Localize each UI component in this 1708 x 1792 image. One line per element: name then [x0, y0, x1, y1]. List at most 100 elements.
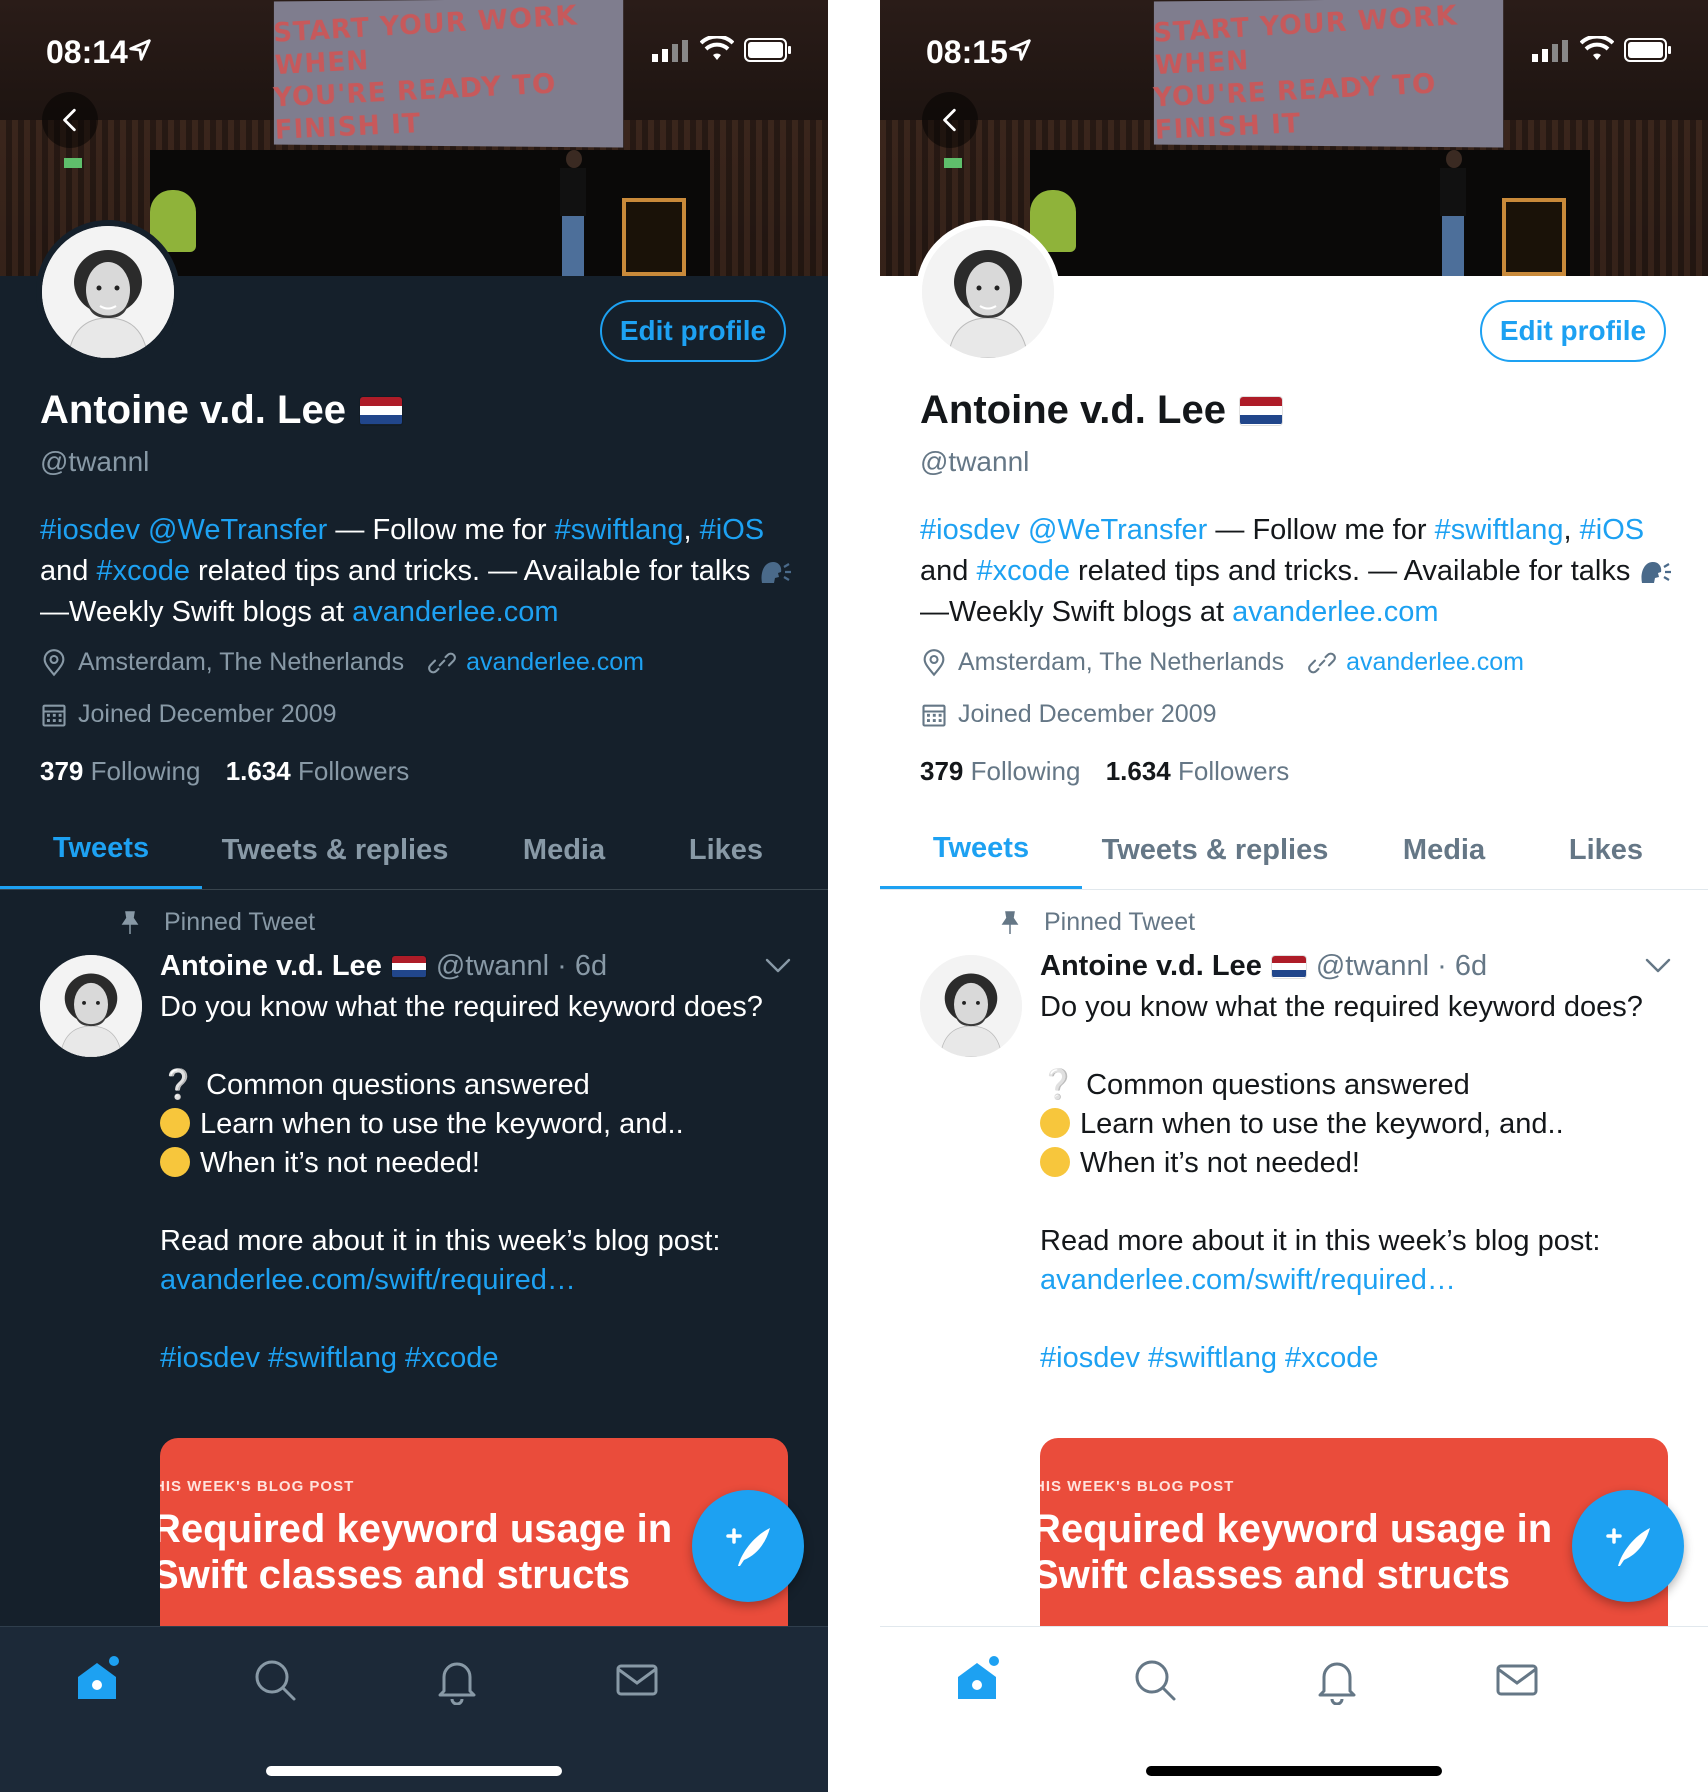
tab-likes[interactable]: Likes [1540, 810, 1672, 890]
followers-count: 1.634 [225, 756, 291, 786]
tab-tweets-replies[interactable]: Tweets & replies [202, 810, 468, 890]
search-icon[interactable] [250, 1655, 300, 1705]
status-bar: 08:15 [880, 0, 1708, 96]
tab-tweets[interactable]: Tweets [0, 810, 202, 890]
podium [622, 198, 686, 276]
bio-hashtag-swiftlang[interactable]: #swiftlang [1435, 514, 1564, 546]
tweet-link[interactable]: avanderlee.com/swift/required… [1040, 1261, 1660, 1300]
bio-hashtag-iosdev[interactable]: #iosdev [40, 514, 140, 546]
tweet-spacer [1040, 1183, 1660, 1222]
following-count: 379 [40, 756, 84, 786]
bio-hashtag-swiftlang[interactable]: #swiftlang [555, 514, 684, 546]
tweet-hashtags[interactable]: #iosdev #swiftlang #xcode [160, 1339, 780, 1378]
pin-icon [121, 910, 139, 934]
profile-website[interactable]: avanderlee.com [466, 648, 644, 677]
speaking-head-icon [1641, 562, 1672, 583]
following-link[interactable]: 379 Following [40, 756, 200, 786]
edit-profile-button[interactable]: Edit profile [1480, 300, 1666, 362]
bio-url[interactable]: avanderlee.com [1232, 596, 1438, 628]
profile-joined-row: Joined December 2009 [40, 700, 337, 729]
tweet-header: Antoine v.d. Lee @twannl · 6d [1040, 950, 1487, 983]
signal-icon [652, 40, 688, 62]
compose-tweet-button[interactable] [692, 1490, 804, 1602]
back-button[interactable] [42, 92, 98, 148]
search-icon[interactable] [1130, 1655, 1180, 1705]
bell-icon[interactable] [1312, 1655, 1362, 1705]
tweet-bullet: Learn when to use the keyword, and.. [1040, 1105, 1660, 1144]
tweet-read-more: Read more about it in this week’s blog p… [1040, 1225, 1601, 1257]
bio-text: —Weekly Swift blogs at [920, 596, 1233, 628]
bio-hashtag-xcode[interactable]: #xcode [96, 555, 190, 587]
followers-count: 1.634 [1105, 756, 1171, 786]
bio-comma: , [1563, 514, 1572, 546]
tweet-bullet: Learn when to use the keyword, and.. [160, 1105, 780, 1144]
speaking-head-icon [761, 562, 792, 583]
followers-link[interactable]: 1.634 Followers [226, 756, 410, 786]
edit-profile-button[interactable]: Edit profile [600, 300, 786, 362]
tweet-bullet: When it’s not needed! [1040, 1144, 1660, 1183]
bio-mention-wetransfer[interactable]: @WeTransfer [1028, 514, 1207, 546]
avatar-portrait [40, 955, 142, 1057]
chevron-down-icon[interactable] [764, 956, 792, 976]
dark-mode-screen: START YOUR WORK WHEN YOU'RE READY TO FIN… [0, 0, 828, 1792]
status-time: 08:14 [46, 34, 128, 70]
battery-icon [744, 38, 791, 62]
tweet-author[interactable]: Antoine v.d. Lee [1040, 950, 1262, 983]
bell-icon[interactable] [432, 1655, 482, 1705]
tweet-avatar[interactable] [40, 955, 142, 1057]
chevron-left-icon [63, 108, 76, 132]
question-mark-icon: ❔ [160, 1069, 197, 1101]
home-icon[interactable] [72, 1655, 122, 1705]
compose-tweet-icon [726, 1528, 770, 1566]
location-arrow-icon [1009, 39, 1031, 61]
tweet-bullet-text: When it’s not needed! [200, 1147, 480, 1179]
profile-avatar[interactable] [36, 220, 180, 364]
tweet-author[interactable]: Antoine v.d. Lee [160, 950, 382, 983]
bio-hashtag-ios[interactable]: #iOS [700, 514, 764, 546]
divider-gap [828, 0, 880, 1792]
tab-tweets[interactable]: Tweets [880, 810, 1082, 890]
following-link[interactable]: 379 Following [920, 756, 1080, 786]
compose-tweet-button[interactable] [1572, 1490, 1684, 1602]
profile-location: Amsterdam, The Netherlands [958, 648, 1285, 676]
mail-icon[interactable] [1492, 1655, 1542, 1705]
follow-counts: 379 Following 1.634 Followers [40, 756, 409, 787]
bio-hashtag-xcode[interactable]: #xcode [976, 555, 1070, 587]
profile-bio: #iosdev @WeTransfer — Follow me for #swi… [920, 510, 1680, 633]
mail-icon[interactable] [612, 1655, 662, 1705]
bio-url[interactable]: avanderlee.com [352, 596, 558, 628]
speaker-figure [1438, 150, 1468, 276]
bio-hashtag-ios[interactable]: #iOS [1580, 514, 1644, 546]
podium [1502, 198, 1566, 276]
back-button[interactable] [922, 92, 978, 148]
tweet-text: Do you know what the required keyword do… [160, 988, 780, 1378]
avatar-portrait [920, 955, 1022, 1057]
speaker-figure [558, 150, 588, 276]
tab-likes[interactable]: Likes [660, 810, 792, 890]
tweet-avatar[interactable] [920, 955, 1022, 1057]
bio-mention-wetransfer[interactable]: @WeTransfer [148, 514, 327, 546]
followers-link[interactable]: 1.634 Followers [1106, 756, 1290, 786]
signal-icon [1532, 40, 1568, 62]
bio-text: related tips and tricks. — Available for… [189, 555, 759, 587]
pinned-label-row: Pinned Tweet [118, 908, 315, 937]
tab-media[interactable]: Media [468, 810, 660, 890]
light-mode-screen: START YOUR WORK WHEN YOU'RE READY TO FIN… [880, 0, 1708, 1792]
tweet-link[interactable]: avanderlee.com/swift/required… [160, 1261, 780, 1300]
profile-avatar[interactable] [916, 220, 1060, 364]
chevron-down-icon[interactable] [1644, 956, 1672, 976]
tweet-hashtags[interactable]: #iosdev #swiftlang #xcode [1040, 1339, 1660, 1378]
profile-website[interactable]: avanderlee.com [1346, 648, 1524, 677]
profile-joined: Joined December 2009 [78, 700, 337, 728]
status-time: 08:15 [926, 34, 1008, 70]
tab-media[interactable]: Media [1348, 810, 1540, 890]
profile-tabs: Tweets Tweets & replies Media Likes [0, 810, 828, 890]
wifi-icon [1580, 36, 1614, 60]
tab-tweets-replies[interactable]: Tweets & replies [1082, 810, 1348, 890]
profile-bio: #iosdev @WeTransfer — Follow me for #swi… [40, 510, 800, 633]
home-icon[interactable] [952, 1655, 1002, 1705]
netherlands-flag-icon [1239, 396, 1282, 425]
exit-sign [64, 158, 82, 168]
bio-hashtag-iosdev[interactable]: #iosdev [920, 514, 1020, 546]
home-indicator [266, 1766, 562, 1776]
